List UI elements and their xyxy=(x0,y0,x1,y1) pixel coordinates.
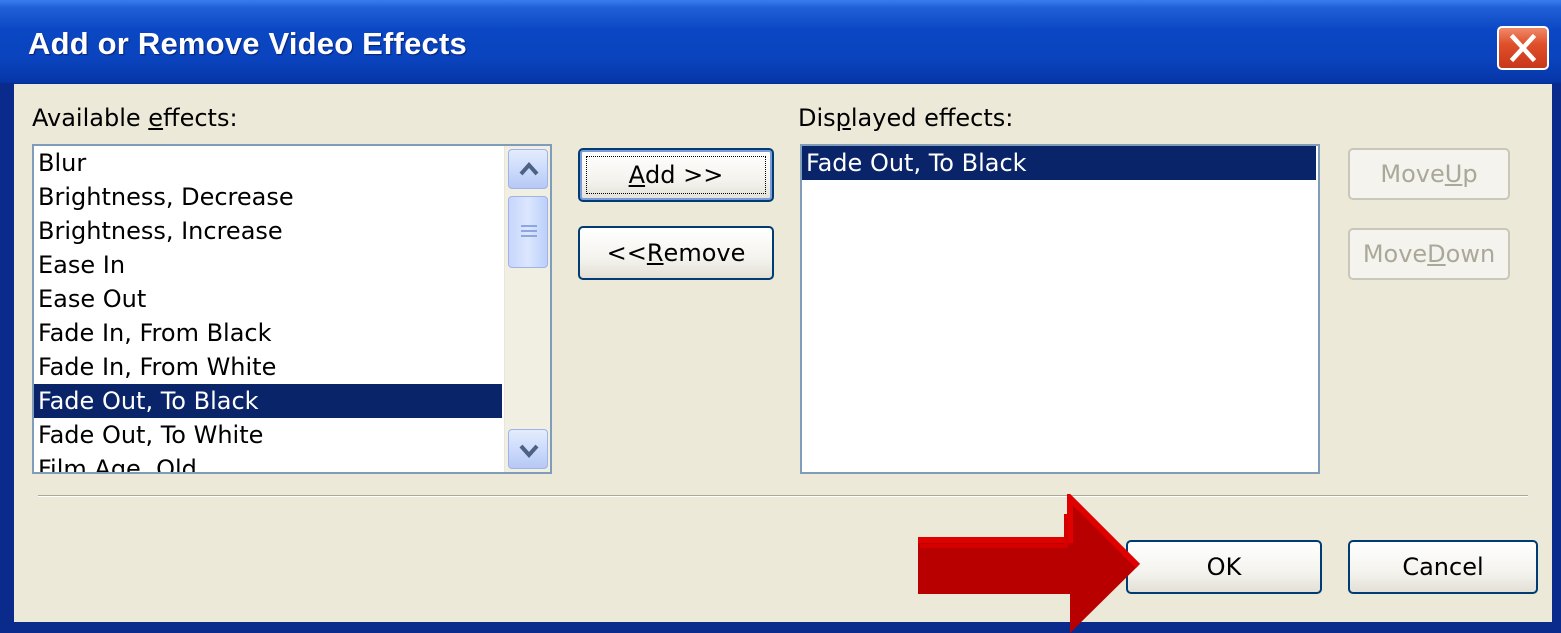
remove-button[interactable]: << Remove xyxy=(578,226,774,280)
chevron-up-icon xyxy=(519,161,539,176)
ok-button[interactable]: OK xyxy=(1126,540,1322,594)
scroll-up-button[interactable] xyxy=(508,149,548,189)
move-up-button[interactable]: Move Up xyxy=(1348,148,1510,200)
scroll-down-button[interactable] xyxy=(508,429,548,469)
available-effects-list[interactable]: Blur Brightness, Decrease Brightness, Incr… xyxy=(32,144,552,474)
cancel-button[interactable]: Cancel xyxy=(1348,540,1538,594)
close-button[interactable] xyxy=(1497,26,1549,70)
scroll-thumb[interactable] xyxy=(508,196,548,268)
chevron-down-icon xyxy=(519,444,539,459)
list-item[interactable]: Ease In xyxy=(34,248,502,282)
title-bar[interactable]: Add or Remove Video Effects xyxy=(0,0,1561,84)
list-item[interactable]: Fade Out, To Black xyxy=(34,384,502,418)
available-items-container: Blur Brightness, Decrease Brightness, Incr… xyxy=(34,146,502,472)
list-item[interactable]: Film Age, Old xyxy=(34,452,502,472)
dialog-window: Add or Remove Video Effects Available ef… xyxy=(0,0,1561,633)
separator-line xyxy=(38,495,1528,497)
list-item[interactable]: Ease Out xyxy=(34,282,502,316)
list-item[interactable]: Brightness, Decrease xyxy=(34,180,502,214)
list-item[interactable]: Brightness, Increase xyxy=(34,214,502,248)
right-arrow-icon xyxy=(918,494,1141,633)
list-item[interactable]: Fade In, From Black xyxy=(34,316,502,350)
displayed-effects-list[interactable]: Fade Out, To Black xyxy=(800,144,1320,474)
available-effects-label: Available effects: xyxy=(32,104,238,132)
displayed-items-container: Fade Out, To Black xyxy=(802,146,1316,180)
dialog-body: Available effects: Blur Brightness, Decre… xyxy=(14,84,1552,622)
list-item[interactable]: Blur xyxy=(34,146,502,180)
window-title: Add or Remove Video Effects xyxy=(28,26,467,61)
vertical-scrollbar[interactable] xyxy=(504,146,550,472)
close-icon xyxy=(1509,33,1537,63)
move-down-button[interactable]: Move Down xyxy=(1348,228,1510,280)
list-item[interactable]: Fade Out, To Black xyxy=(802,146,1316,180)
displayed-effects-label: Displayed effects: xyxy=(798,104,1014,132)
add-button[interactable]: Add >> xyxy=(578,148,774,202)
list-item[interactable]: Fade Out, To White xyxy=(34,418,502,452)
list-item[interactable]: Fade In, From White xyxy=(34,350,502,384)
